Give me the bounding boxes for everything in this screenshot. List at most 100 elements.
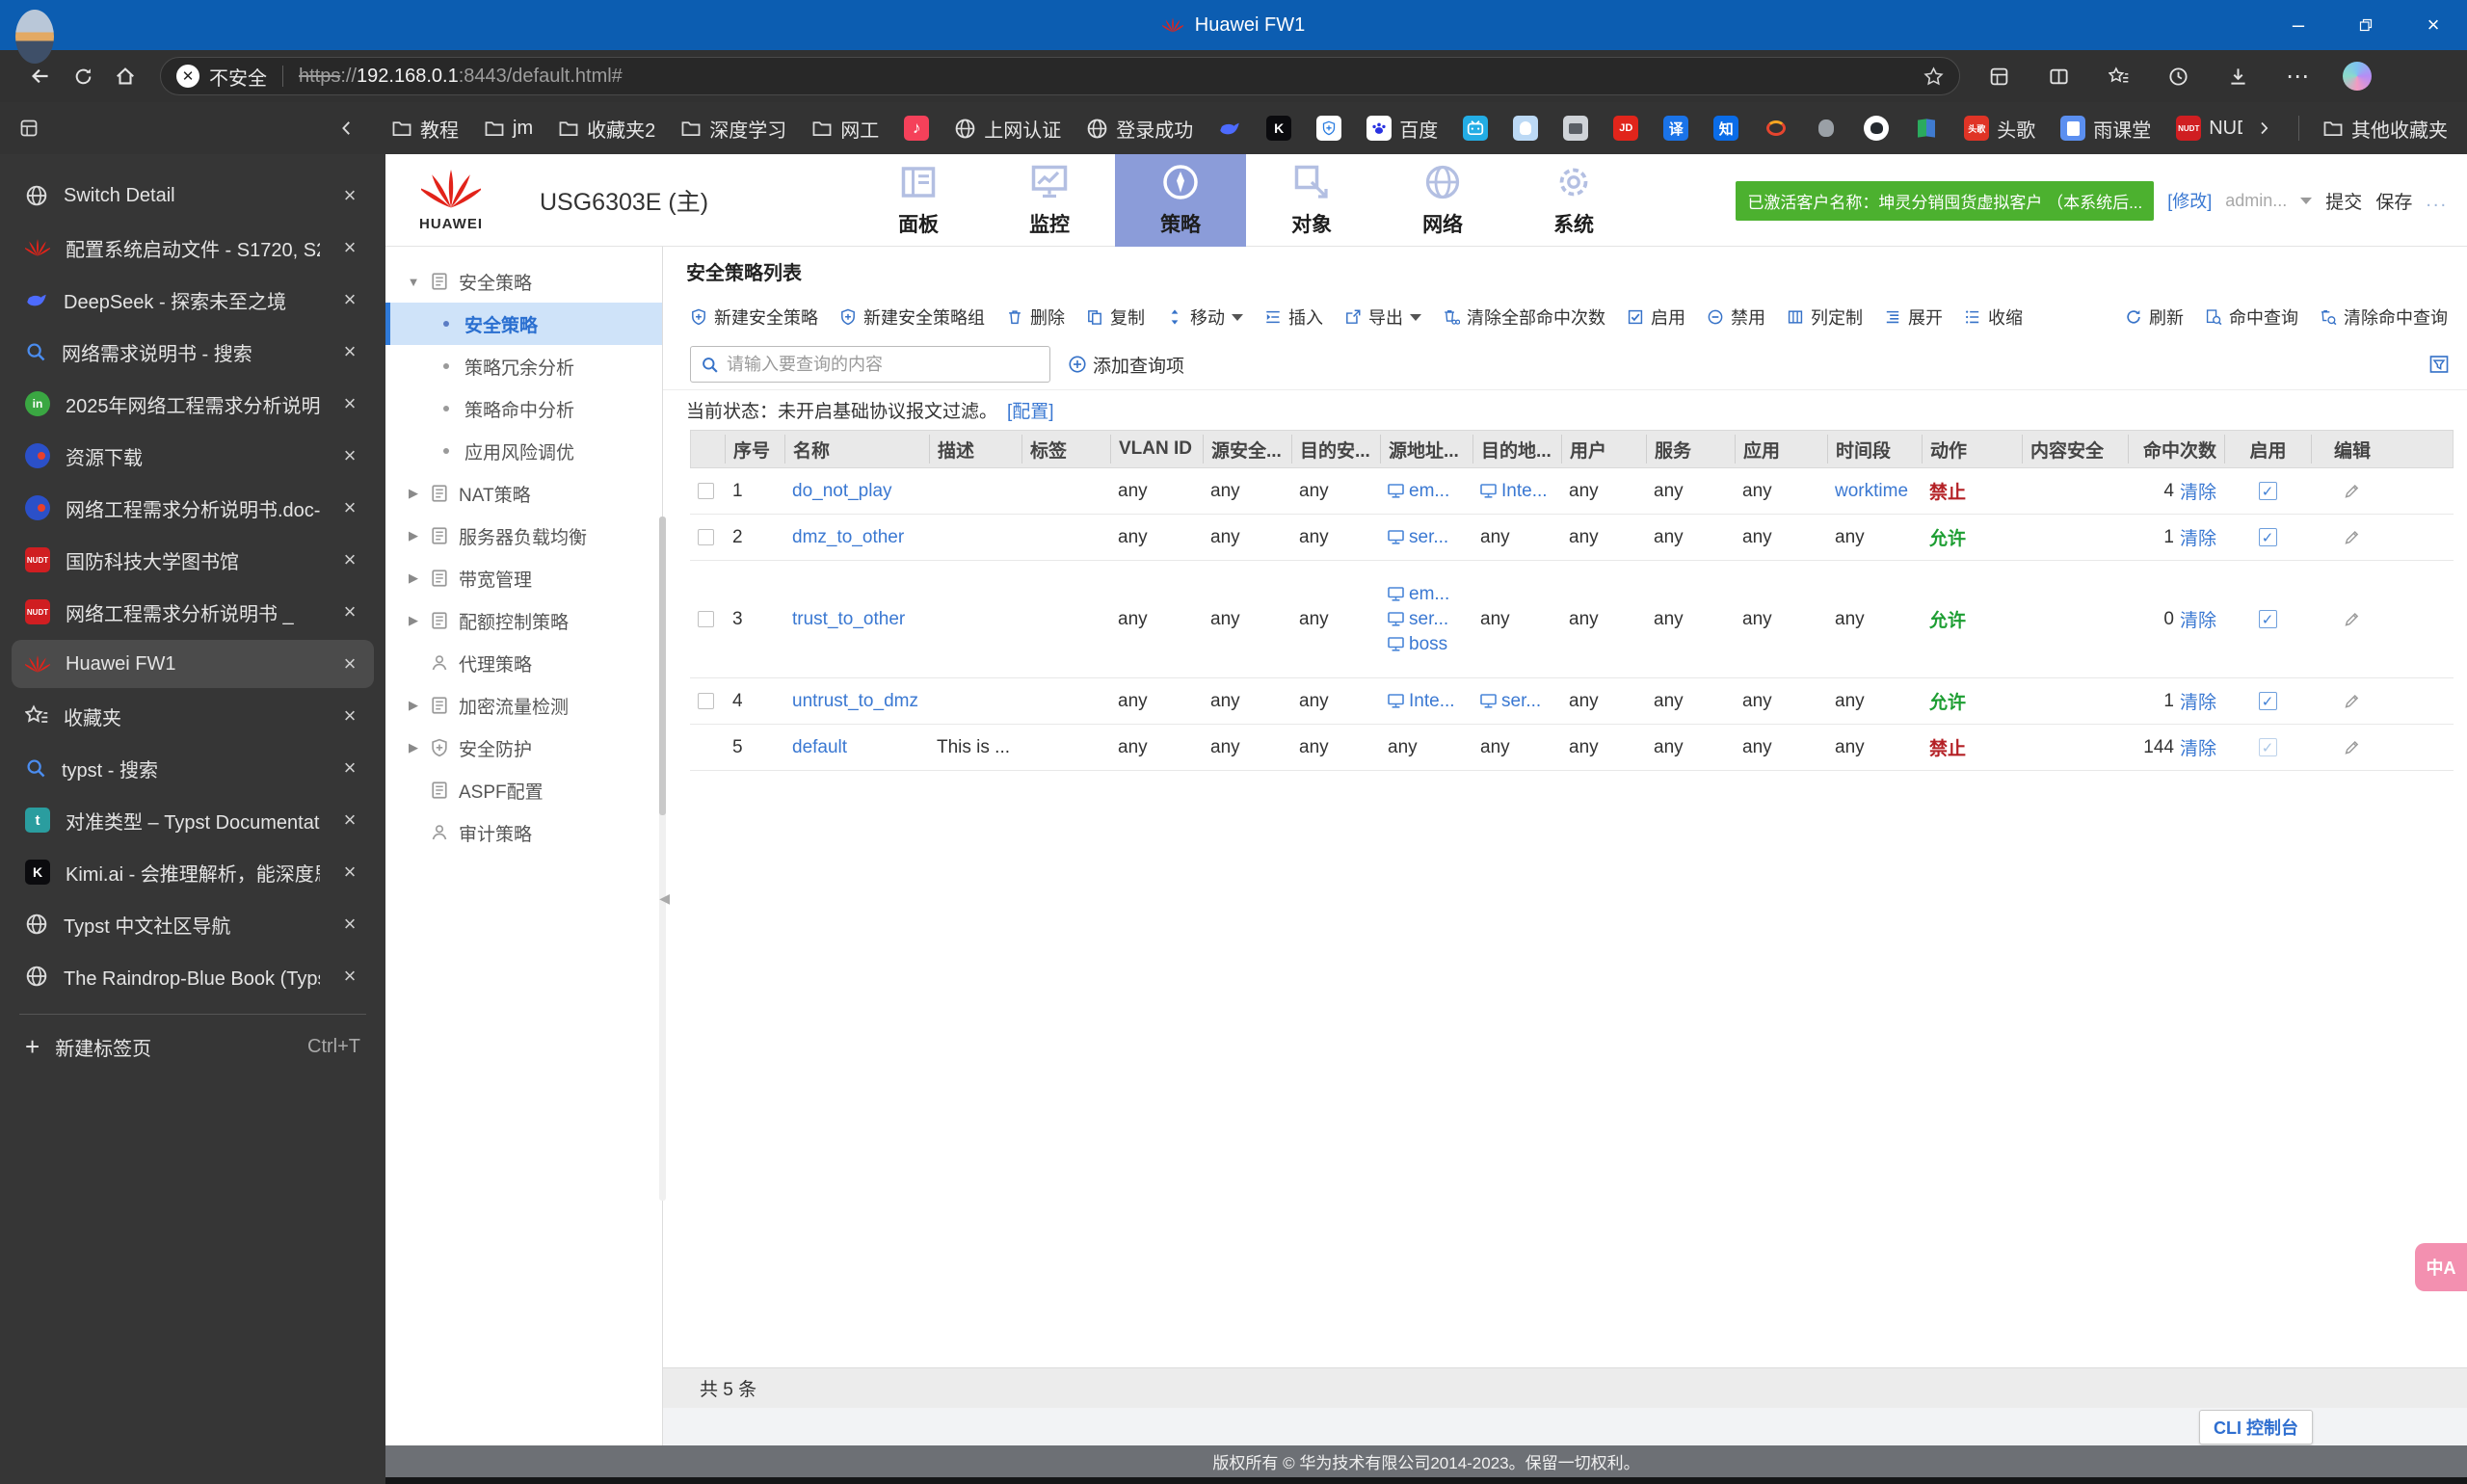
tree-hit-analysis[interactable]: 策略命中分析 xyxy=(385,387,662,430)
add-query-button[interactable]: 添加查询项 xyxy=(1068,352,1184,378)
enable-checkbox[interactable]: ✓ xyxy=(2258,528,2277,546)
close-tab-icon[interactable]: × xyxy=(335,183,364,208)
refresh-button[interactable] xyxy=(62,55,104,97)
tab-huawei-doc[interactable]: 配置系统启动文件 - S1720, S2700,× xyxy=(12,224,374,272)
row-checkbox[interactable] xyxy=(698,483,714,499)
close-tab-icon[interactable]: × xyxy=(335,651,364,676)
modify-link[interactable]: [修改] xyxy=(2167,188,2212,213)
advanced-filter-icon[interactable] xyxy=(2428,354,2450,375)
clear-hits-link[interactable]: 清除 xyxy=(2180,688,2216,714)
not-secure-label[interactable]: 不安全 xyxy=(209,63,267,91)
close-tab-icon[interactable]: × xyxy=(335,703,364,729)
tree-nat-policy[interactable]: ▶ NAT策略 xyxy=(385,472,662,515)
clear-all-hits-button[interactable]: 清除全部命中次数 xyxy=(1443,305,1605,330)
enable-checkbox[interactable]: ✓ xyxy=(2258,482,2277,500)
tab-typst-docs[interactable]: t 对准类型 – Typst Documentation × xyxy=(12,796,374,844)
nav-object[interactable]: 对象 xyxy=(1246,154,1377,247)
configure-link[interactable]: [配置] xyxy=(1007,397,1054,423)
address-bar[interactable]: ✕ 不安全 https://192.168.0.1:8443/default.h… xyxy=(160,57,1960,95)
time-range-link[interactable]: worktime xyxy=(1835,481,1908,502)
edit-pencil-icon[interactable] xyxy=(2343,610,2361,628)
close-tab-icon[interactable]: × xyxy=(335,235,364,260)
favorite-star-icon[interactable] xyxy=(1923,66,1944,87)
export-button[interactable]: 导出 xyxy=(1344,305,1421,330)
address-link[interactable]: boss xyxy=(1409,634,1447,655)
tree-app-risk-tuning[interactable]: 应用风险调优 xyxy=(385,430,662,472)
tree-quota-control[interactable]: ▶ 配额控制策略 xyxy=(385,599,662,642)
tab-typst-search[interactable]: typst - 搜索 × xyxy=(12,744,374,792)
close-tab-icon[interactable]: × xyxy=(335,547,364,572)
bookmark-folder[interactable]: 网工 xyxy=(802,109,889,148)
address-link[interactable]: ser... xyxy=(1409,527,1448,548)
tab-typst-community[interactable]: Typst 中文社区导航 × xyxy=(12,900,374,948)
tab-2025-doc[interactable]: in2025年网络工程需求分析说明书样× xyxy=(12,380,374,428)
bookmark-folder[interactable]: 深度学习 xyxy=(671,109,796,148)
tree-proxy-policy[interactable]: 代理策略 xyxy=(385,642,662,684)
tab-resource-download[interactable]: 资源下载 × xyxy=(12,432,374,480)
bookmark-login[interactable]: 登录成功 xyxy=(1076,109,1203,148)
tree-audit-policy[interactable]: 审计策略 xyxy=(385,811,662,854)
tree-aspf-config[interactable]: ASPF配置 xyxy=(385,769,662,811)
copilot-icon[interactable] xyxy=(2332,55,2382,97)
insert-button[interactable]: 插入 xyxy=(1264,305,1323,330)
tab-itad-doc[interactable]: 网络工程需求分析说明书.doc-ITAD× xyxy=(12,484,374,532)
profile-avatar[interactable] xyxy=(15,10,54,64)
clear-hits-link[interactable]: 清除 xyxy=(2180,524,2216,550)
bookmark-book[interactable] xyxy=(1904,110,1949,146)
more-menu-icon[interactable]: ⋯ xyxy=(2272,55,2322,97)
bookmark-github[interactable] xyxy=(1854,110,1898,146)
bookmark-zhihu[interactable]: 知 xyxy=(1704,110,1748,146)
chevron-down-icon[interactable] xyxy=(2300,197,2313,204)
close-tab-icon[interactable]: × xyxy=(335,808,364,833)
close-tab-icon[interactable]: × xyxy=(335,287,364,312)
downloads-icon[interactable] xyxy=(2213,55,2263,97)
bookmark-kimi[interactable]: K xyxy=(1257,110,1301,146)
tree-security-policy-group[interactable]: ▼ 安全策略 xyxy=(385,260,662,303)
edit-pencil-icon[interactable] xyxy=(2343,738,2361,756)
split-screen-icon[interactable] xyxy=(2033,55,2083,97)
close-tab-icon[interactable]: × xyxy=(335,599,364,624)
minimize-button[interactable]: – xyxy=(2265,0,2332,50)
tree-redundancy-analysis[interactable]: 策略冗余分析 xyxy=(385,345,662,387)
tree-bandwidth-mgmt[interactable]: ▶ 带宽管理 xyxy=(385,557,662,599)
tree-security-protection[interactable]: ▶ 安全防护 xyxy=(385,727,662,769)
enable-checkbox[interactable]: ✓ xyxy=(2258,610,2277,628)
collections-icon[interactable] xyxy=(2093,55,2143,97)
nav-network[interactable]: 网络 xyxy=(1377,154,1508,247)
new-tab-button[interactable]: + 新建标签页 Ctrl+T xyxy=(12,1022,374,1071)
row-checkbox[interactable] xyxy=(698,529,714,545)
bookmark-jd[interactable]: JD xyxy=(1604,110,1648,146)
tab-search[interactable]: 网络需求说明书 - 搜索 × xyxy=(12,328,374,376)
hit-query-button[interactable]: 命中查询 xyxy=(2205,305,2298,330)
address-link[interactable]: em... xyxy=(1409,584,1449,605)
bookmark-yuketang[interactable]: 雨课堂 xyxy=(2051,109,2161,148)
collapse-button[interactable]: 收缩 xyxy=(1964,305,2023,330)
submit-button[interactable]: 提交 xyxy=(2325,188,2362,214)
bookmark-bunny[interactable] xyxy=(1503,110,1548,146)
address-link[interactable]: Inte... xyxy=(1501,481,1548,502)
url-text[interactable]: https://192.168.0.1:8443/default.html# xyxy=(299,66,1914,88)
refresh-list-button[interactable]: 刷新 xyxy=(2125,305,2184,330)
browser-essentials-icon[interactable] xyxy=(1974,55,2024,97)
enable-button[interactable]: 启用 xyxy=(1627,305,1685,330)
nav-policy[interactable]: 策略 xyxy=(1115,153,1247,247)
close-tab-icon[interactable]: × xyxy=(335,860,364,885)
tab-actions-icon[interactable] xyxy=(10,109,48,147)
bookmark-folder[interactable]: 教程 xyxy=(382,109,468,148)
nav-monitor[interactable]: 监控 xyxy=(984,154,1115,247)
customize-columns-button[interactable]: 列定制 xyxy=(1787,305,1863,330)
tab-switch-detail[interactable]: Switch Detail × xyxy=(12,172,374,220)
copy-button[interactable]: 复制 xyxy=(1086,305,1145,330)
new-policy-group-button[interactable]: 新建安全策略组 xyxy=(839,305,985,330)
search-input[interactable] xyxy=(727,354,1040,375)
sidebar-collapse-icon[interactable] xyxy=(328,109,366,147)
address-link[interactable]: ser... xyxy=(1409,609,1448,630)
expand-button[interactable]: 展开 xyxy=(1884,305,1943,330)
search-box[interactable] xyxy=(690,346,1050,383)
home-button[interactable] xyxy=(104,55,146,97)
tree-security-policy[interactable]: 安全策略 xyxy=(385,303,662,345)
row-checkbox[interactable] xyxy=(698,693,714,709)
tab-nudt-library[interactable]: NUDT 国防科技大学图书馆 × xyxy=(12,536,374,584)
bookmark-music[interactable]: ♪ xyxy=(894,110,939,146)
bookmark-folder[interactable]: 收藏夹2 xyxy=(548,109,665,148)
